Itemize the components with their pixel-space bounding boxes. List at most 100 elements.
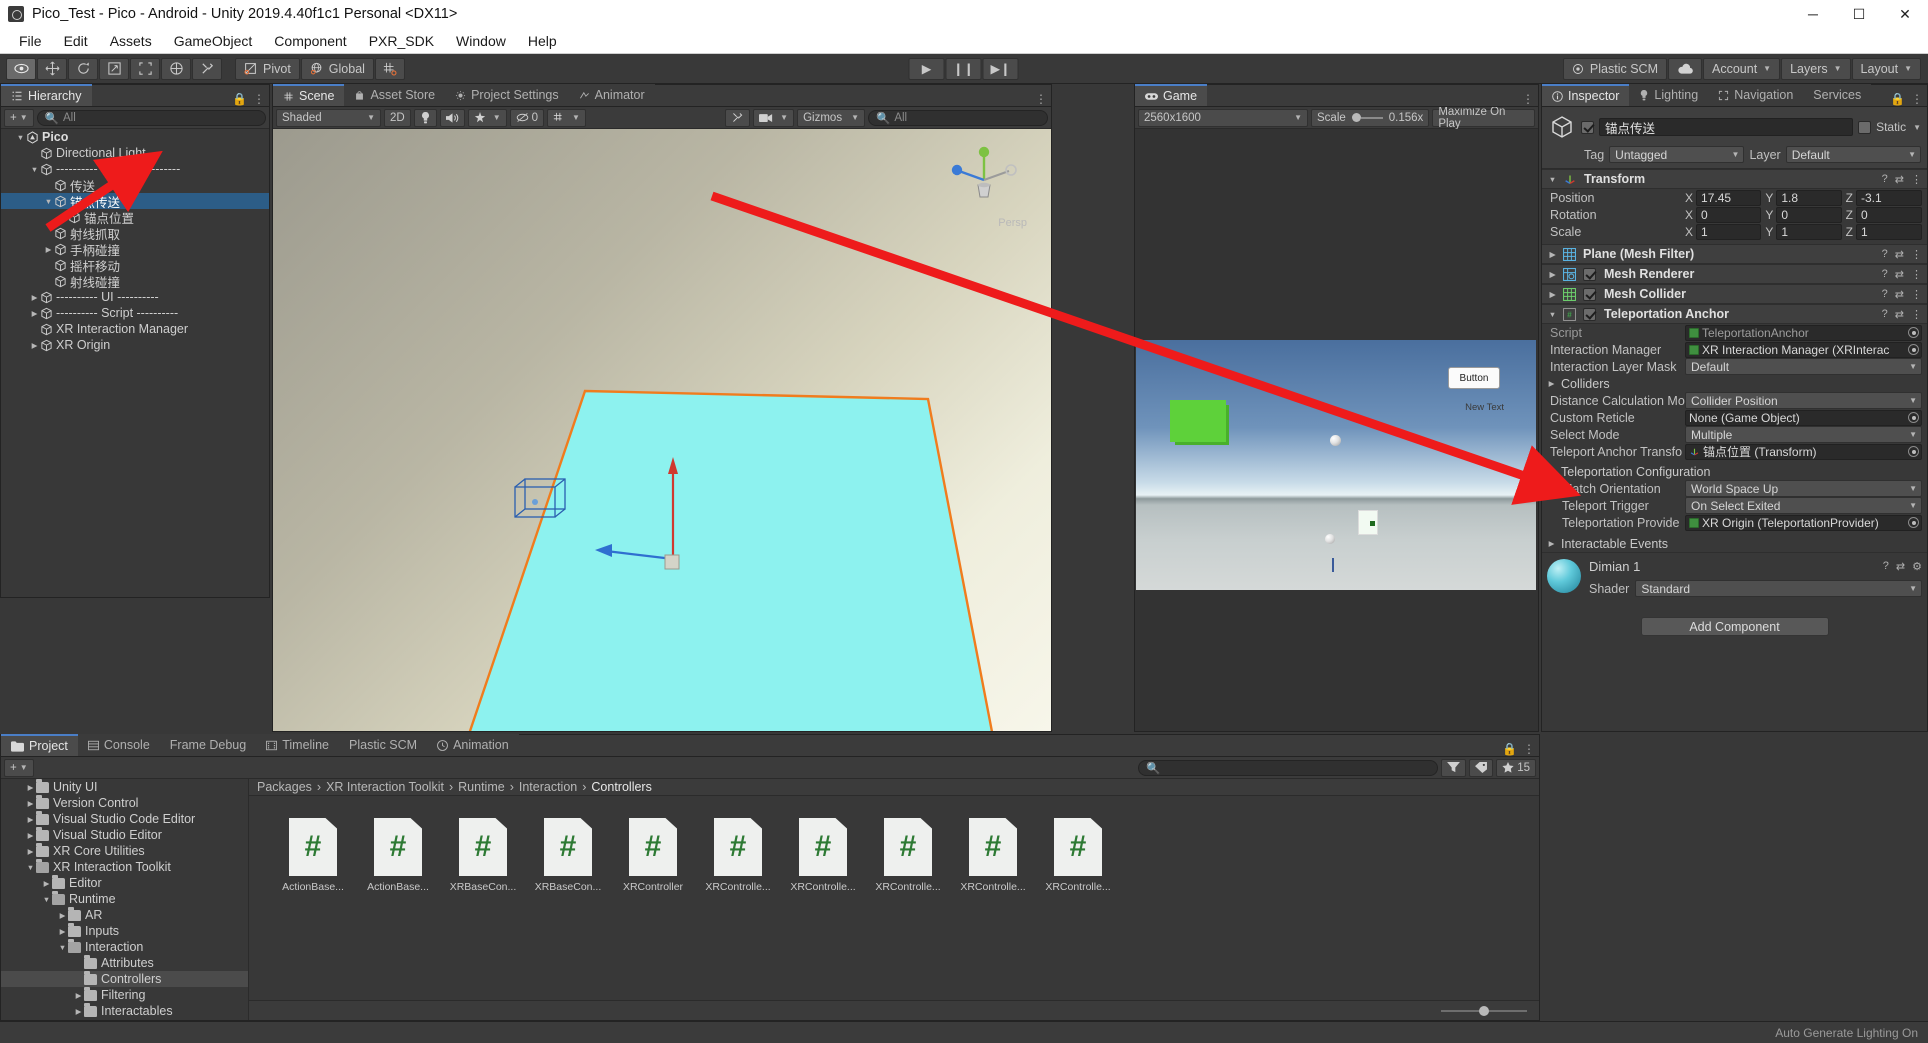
lock-icon[interactable]: 🔒 [1502,742,1517,756]
layers-dropdown[interactable]: Layers ▼ [1781,57,1851,80]
hierarchy-item[interactable]: ▼ 锚点传送 [1,193,269,210]
chevron-right-icon[interactable]: ▶ [57,927,68,936]
chevron-right-icon[interactable]: ▶ [25,783,36,792]
hierarchy-add-button[interactable]: + ▼ [4,108,34,127]
chevron-down-icon[interactable]: ▼ [25,863,36,872]
teleportation-anchor-component-header[interactable]: ▼ # Teleportation Anchor ? ⇄ ⋮ [1542,304,1927,324]
scene-orientation-gizmo[interactable] [947,143,1021,217]
teleportation-provider-field[interactable]: XR Origin (TeleportationProvider) [1685,514,1922,531]
asset-item[interactable]: # ActionBase... [362,818,434,893]
scale-z-field[interactable]: 1 [1856,223,1922,240]
chevron-right-icon[interactable]: ▶ [57,911,68,920]
asset-item[interactable]: # XRController [617,818,689,893]
shader-dropdown[interactable]: Standard ▼ [1635,580,1922,597]
chevron-right-icon[interactable]: ▶ [1546,539,1557,548]
interaction-layer-mask-dropdown[interactable]: Default ▼ [1685,358,1922,375]
distance-calculation-dropdown[interactable]: Collider Position ▼ [1685,392,1922,409]
rect-tool-button[interactable] [130,57,160,80]
more-options-icon[interactable]: ⋮ [253,92,265,106]
lock-icon[interactable]: 🔒 [1890,92,1905,106]
object-picker-icon[interactable] [1908,344,1919,355]
move-tool-button[interactable] [37,57,67,80]
asset-item[interactable]: # XRControlle... [787,818,859,893]
hierarchy-item[interactable]: ▶传送 [1,177,269,194]
mesh-renderer-component-header[interactable]: ▶ Mesh Renderer ? ⇄ ⋮ [1542,264,1927,284]
chevron-right-icon[interactable]: ▶ [25,847,36,856]
more-options-icon[interactable]: ⋮ [1911,308,1922,321]
project-tree-item[interactable]: ▶ AR [1,906,248,923]
toggle-2d-button[interactable]: 2D [384,108,411,127]
position-y-field[interactable]: 1.8 [1776,189,1842,206]
menu-edit[interactable]: Edit [53,31,99,51]
object-picker-icon[interactable] [1908,446,1919,457]
preset-icon[interactable]: ⇄ [1895,248,1904,261]
position-x-field[interactable]: 17.45 [1696,189,1762,206]
gameobject-name-field[interactable]: 锚点传送 [1599,118,1854,136]
account-dropdown[interactable]: Account ▼ [1703,57,1781,80]
chevron-down-icon[interactable]: ▼ [1547,310,1558,319]
hand-tool-button[interactable] [6,57,36,80]
maximize-button[interactable]: ☐ [1836,0,1882,28]
close-button[interactable]: ✕ [1882,0,1928,28]
tab-animator[interactable]: Animator [568,84,655,106]
chevron-down-icon[interactable]: ▼ [43,197,54,206]
project-add-button[interactable]: + ▼ [4,758,34,777]
project-search-input[interactable]: 🔍 [1138,759,1439,776]
chevron-down-icon[interactable]: ▼ [1546,467,1557,476]
project-tree-item[interactable]: ▶ Editor [1,874,248,891]
hierarchy-item[interactable]: ▶ Directional Light [1,145,269,161]
pause-button[interactable]: ❙❙ [945,57,982,80]
scene-search-input[interactable]: 🔍 All [868,109,1048,126]
teleport-trigger-dropdown[interactable]: On Select Exited ▼ [1685,497,1922,514]
chevron-right-icon[interactable]: ▶ [73,991,84,1000]
plastic-scm-button[interactable]: Plastic SCM [1562,57,1667,80]
asset-grid[interactable]: # ActionBase... # ActionBase... # XRBaseCon..… [249,796,1539,893]
asset-item[interactable]: # XRControlle... [1042,818,1114,893]
tab-project-settings[interactable]: Project Settings [445,84,569,106]
object-picker-icon[interactable] [1908,327,1919,338]
transform-tool-button[interactable] [161,57,191,80]
chevron-right-icon[interactable]: ▶ [43,245,54,254]
asset-item[interactable]: # XRControlle... [872,818,944,893]
project-tree-item[interactable]: ▶ Version Control [1,794,248,811]
hierarchy-item[interactable]: ▶ 射线碰撞 [1,273,269,290]
project-favorites-count[interactable]: 15 [1496,758,1536,777]
hierarchy-search-input[interactable]: 🔍 All [36,109,266,126]
chevron-right-icon[interactable]: ▶ [25,799,36,808]
project-tree-item[interactable]: ▼ Interaction [1,938,248,955]
scale-slider-thumb[interactable] [1351,113,1361,122]
rotation-y-field[interactable]: 0 [1776,206,1842,223]
more-options-icon[interactable]: ⋮ [1911,248,1922,261]
menu-component[interactable]: Component [263,31,357,51]
more-options-icon[interactable]: ⋮ [1035,92,1047,106]
scene-camera-dropdown[interactable]: ▼ [753,108,795,127]
chevron-down-icon[interactable]: ▼ [15,133,26,142]
menu-assets[interactable]: Assets [99,31,163,51]
tab-game[interactable]: Game [1135,84,1208,106]
asset-item[interactable]: # XRBaseCon... [532,818,604,893]
chevron-right-icon[interactable]: ▶ [1547,270,1558,279]
chevron-right-icon[interactable]: ▶ [41,879,52,888]
gear-icon[interactable]: ⚙ [1912,560,1922,573]
preset-icon[interactable]: ⇄ [1895,173,1904,186]
custom-tool-button[interactable] [192,57,222,80]
menu-window[interactable]: Window [445,31,517,51]
help-icon[interactable]: ? [1882,268,1888,280]
interactable-events-foldout[interactable]: ▶ Interactable Events [1542,535,1927,552]
mesh-renderer-enabled-checkbox[interactable] [1583,267,1596,281]
tab-hierarchy[interactable]: Hierarchy [1,84,92,106]
object-picker-icon[interactable] [1908,517,1919,528]
step-button[interactable]: ▶❙ [982,57,1019,80]
add-component-button[interactable]: Add Component [1640,617,1829,636]
menu-gameobject[interactable]: GameObject [163,31,264,51]
chevron-right-icon[interactable]: ▶ [29,309,40,318]
chevron-down-icon[interactable]: ▼ [1547,175,1558,184]
more-options-icon[interactable]: ⋮ [1911,268,1922,281]
tab-frame-debug[interactable]: Frame Debug [159,734,257,756]
layout-dropdown[interactable]: Layout ▼ [1851,57,1921,80]
chevron-right-icon[interactable]: ▶ [1547,290,1558,299]
global-toggle-button[interactable]: Global [300,57,374,80]
hierarchy-item[interactable]: ▶射线抓取 [1,225,269,242]
chevron-down-icon[interactable]: ▼ [29,165,40,174]
hierarchy-item[interactable]: ▶ 手柄碰撞 [1,241,269,258]
